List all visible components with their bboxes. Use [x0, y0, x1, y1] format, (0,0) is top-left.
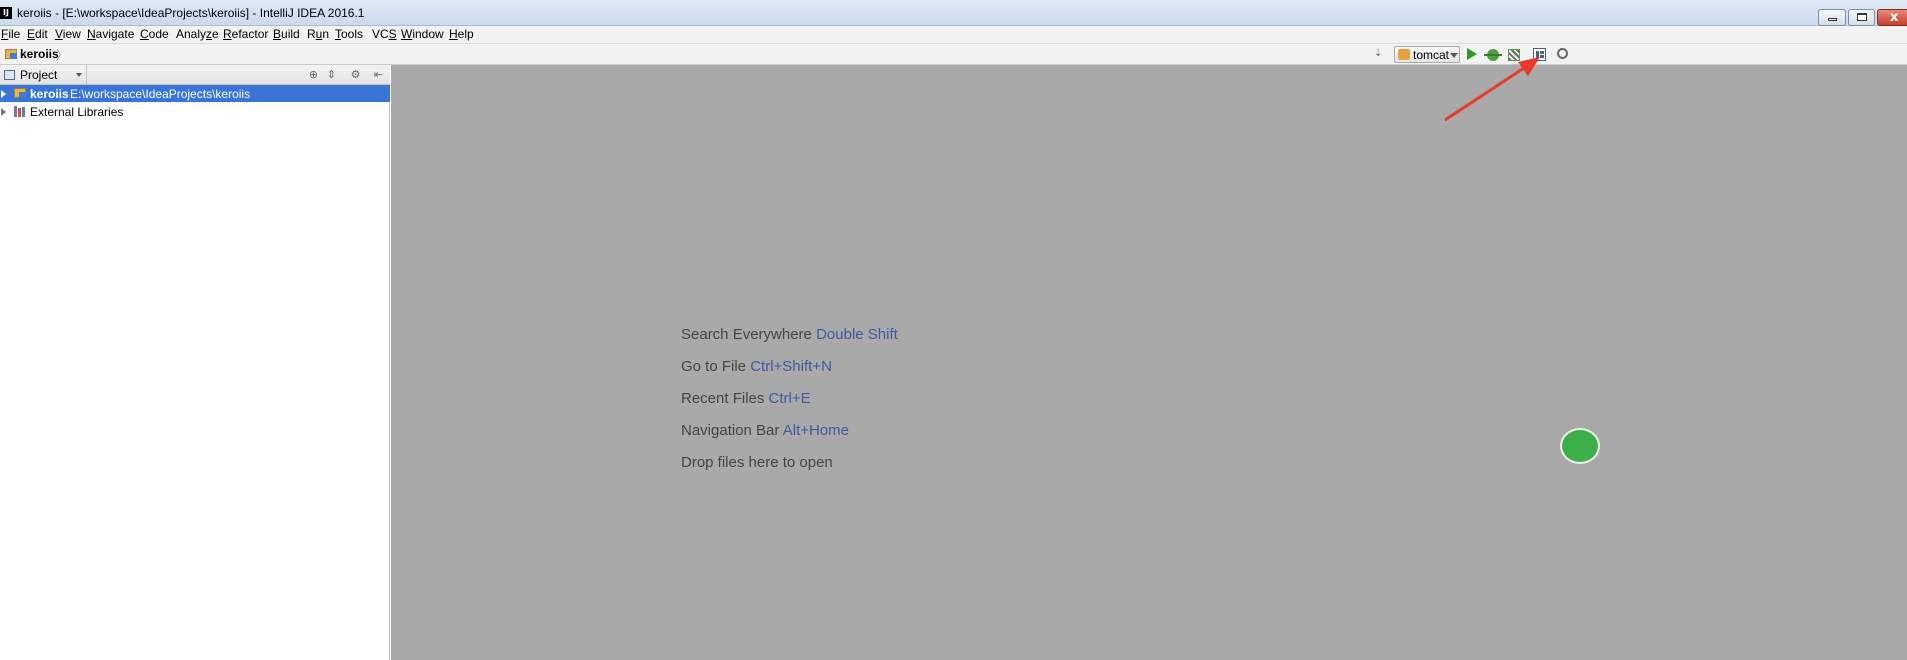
intellij-app-icon: IJ: [0, 7, 12, 19]
collapse-all-icon[interactable]: ⇕: [325, 68, 338, 81]
scroll-from-source-icon[interactable]: ⊕: [307, 68, 320, 81]
module-folder-icon: [14, 88, 26, 98]
hint-recent-files: Recent Files Ctrl+E: [681, 390, 811, 407]
menu-window[interactable]: Window: [401, 27, 444, 41]
project-view-icon: [4, 70, 15, 80]
library-icon: [14, 106, 26, 117]
breadcrumb-project[interactable]: keroiis: [20, 47, 59, 61]
menu-tools[interactable]: Tools: [335, 27, 363, 41]
hide-panel-icon[interactable]: ⇤: [372, 68, 385, 81]
menu-build[interactable]: Build: [273, 27, 300, 41]
tree-item-name: keroiis: [30, 87, 69, 101]
hint-drop-files: Drop files here to open: [681, 454, 833, 471]
menu-refactor[interactable]: Refactor: [223, 27, 268, 41]
minimize-icon: [1828, 18, 1837, 21]
expand-arrow-icon[interactable]: [1, 108, 6, 116]
menu-run[interactable]: Run: [307, 27, 329, 41]
menu-navigate[interactable]: Navigate: [87, 27, 134, 41]
close-button[interactable]: x: [1877, 9, 1907, 26]
tree-item-keroiis[interactable]: keroiis E:\workspace\IdeaProjects\keroii…: [0, 85, 390, 102]
menu-vcs[interactable]: VCS: [372, 27, 397, 41]
breadcrumb-separator: 〉: [56, 48, 69, 62]
floating-badge-icon[interactable]: [1560, 428, 1600, 464]
project-folder-icon: [5, 49, 17, 59]
maximize-icon: [1857, 13, 1867, 21]
menu-help[interactable]: Help: [449, 27, 474, 41]
hint-navigation-bar: Navigation Bar Alt+Home: [681, 422, 850, 439]
tree-item-external-libraries[interactable]: External Libraries: [0, 103, 390, 120]
menu-file[interactable]: File: [1, 27, 20, 41]
maximize-button[interactable]: [1848, 9, 1875, 26]
menu-code[interactable]: Code: [140, 27, 169, 41]
project-view-label: Project: [20, 68, 58, 82]
hint-go-to-file: Go to File Ctrl+Shift+N: [681, 358, 832, 375]
title-bar: IJ keroiis - [E:\workspace\IdeaProjects\…: [0, 0, 1907, 26]
expand-arrow-icon[interactable]: [1, 90, 6, 98]
minimize-button[interactable]: [1818, 9, 1846, 26]
menu-view[interactable]: View: [55, 27, 81, 41]
editor-empty-area[interactable]: Search Everywhere Double Shift Go to Fil…: [391, 65, 1907, 660]
chevron-down-icon: [76, 73, 82, 77]
ide-window: IJ keroiis - [E:\workspace\IdeaProjects\…: [0, 0, 1907, 660]
tree-item-name: External Libraries: [30, 105, 124, 119]
close-icon: x: [1890, 10, 1899, 25]
tree-item-path: E:\workspace\IdeaProjects\keroiis: [70, 87, 251, 101]
search-icon[interactable]: [1557, 48, 1568, 59]
project-view-selector[interactable]: Project: [0, 65, 87, 85]
hint-search-everywhere: Search Everywhere Double Shift: [681, 326, 898, 343]
project-tool-window: Project ⊕ ⇕ ⚙ ⇤ keroiis E:\workspace\Ide…: [0, 65, 390, 660]
annotation-arrow: [1444, 57, 1540, 122]
project-panel-header: Project ⊕ ⇕ ⚙ ⇤: [0, 65, 390, 85]
menu-analyze[interactable]: Analyze: [176, 27, 219, 41]
menu-bar: File Edit View Navigate Code Analyze Ref…: [0, 26, 1907, 43]
menu-edit[interactable]: Edit: [27, 27, 48, 41]
window-title: keroiis - [E:\workspace\IdeaProjects\ker…: [17, 6, 365, 20]
gear-icon[interactable]: ⚙: [349, 68, 362, 81]
sort-icon[interactable]: ⇣: [1374, 47, 1388, 61]
navigation-bar: keroiis 〉 ⇣ tomcat: [0, 43, 1907, 65]
tomcat-icon: [1398, 49, 1410, 60]
